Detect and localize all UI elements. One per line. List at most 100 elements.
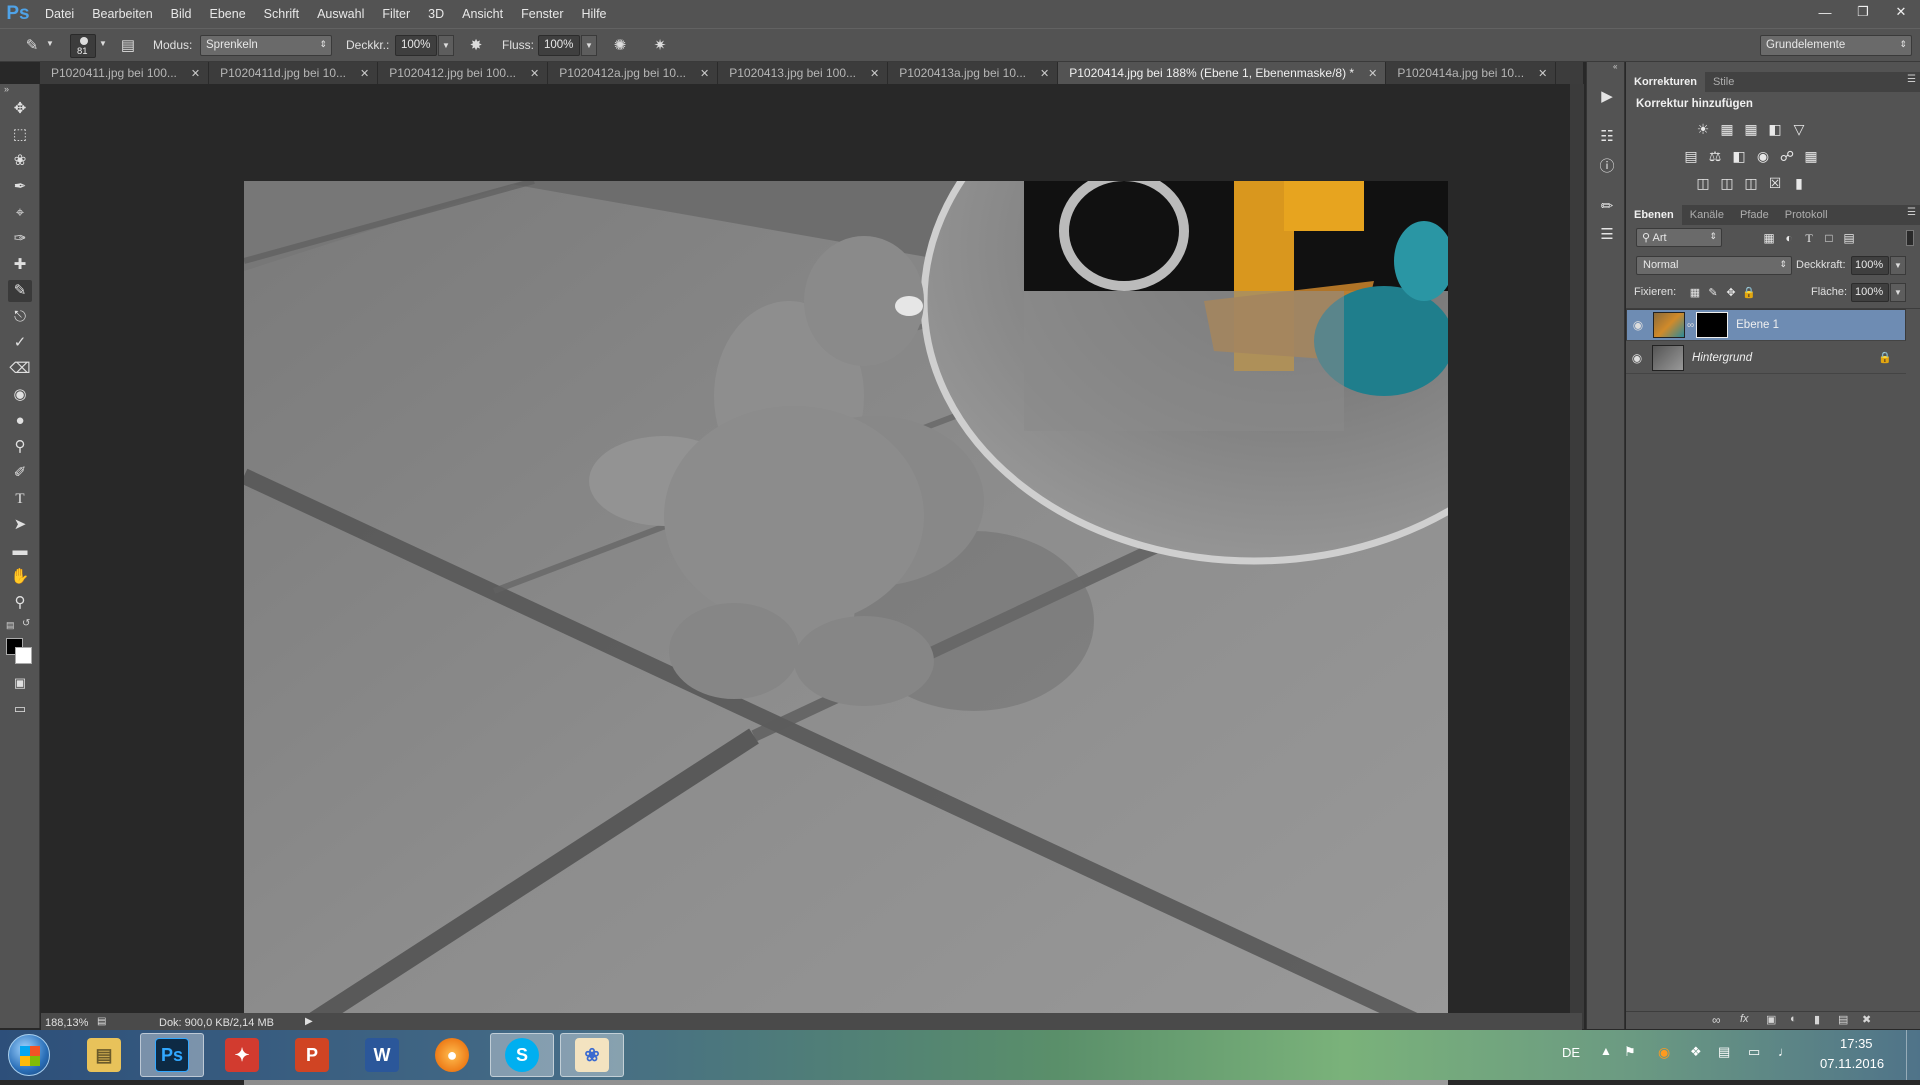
- gradient-map-icon[interactable]: ▮: [1790, 174, 1808, 192]
- preset-dropdown-arrow[interactable]: ▼: [46, 39, 54, 48]
- move-tool-icon[interactable]: ✥: [8, 98, 32, 120]
- hue-saturation-icon[interactable]: ▤: [1682, 147, 1700, 165]
- fill-input[interactable]: 100%: [1851, 283, 1889, 302]
- quick-selection-tool-icon[interactable]: ✒: [8, 176, 32, 198]
- link-layers-icon[interactable]: ∞: [1712, 1013, 1721, 1027]
- close-tab-icon[interactable]: ✕: [530, 67, 539, 80]
- photo-filter-icon[interactable]: ◉: [1754, 147, 1772, 165]
- menu-schrift[interactable]: Schrift: [255, 0, 308, 28]
- delete-layer-icon[interactable]: ✖: [1862, 1013, 1871, 1026]
- menu-fenster[interactable]: Fenster: [512, 0, 572, 28]
- layer-filter-select[interactable]: ⚲ Art ⇕: [1636, 228, 1722, 247]
- language-indicator[interactable]: DE: [1562, 1045, 1580, 1060]
- tab-pfade[interactable]: Pfade: [1732, 205, 1777, 225]
- show-desktop-button[interactable]: [1906, 1030, 1920, 1080]
- close-tab-icon[interactable]: ✕: [1368, 67, 1377, 80]
- clock-date[interactable]: 07.11.2016: [1820, 1056, 1884, 1071]
- screen-mode-icon[interactable]: ▭: [8, 698, 32, 720]
- rectangle-tool-icon[interactable]: ▬: [8, 540, 32, 562]
- menu-auswahl[interactable]: Auswahl: [308, 0, 373, 28]
- info-icon[interactable]: ⓘ: [1596, 156, 1618, 178]
- layer-row-ebene-1[interactable]: ◉ ∞ Ebene 1: [1626, 309, 1906, 341]
- adjustments-menu-icon[interactable]: ☰: [1907, 74, 1916, 85]
- start-button[interactable]: [8, 1034, 50, 1076]
- opacity-input[interactable]: 100%: [395, 35, 437, 56]
- invert-icon[interactable]: ◫: [1694, 174, 1712, 192]
- tool-presets-icon[interactable]: ☰: [1596, 224, 1618, 246]
- layer-row-hintergrund[interactable]: ◉ Hintergrund 🔒: [1626, 342, 1906, 374]
- close-tab-icon[interactable]: ✕: [360, 67, 369, 80]
- clock-time[interactable]: 17:35: [1840, 1036, 1873, 1051]
- taskbar-powerpoint[interactable]: P: [280, 1033, 344, 1077]
- close-tab-icon[interactable]: ✕: [191, 67, 200, 80]
- layers-menu-icon[interactable]: ☰: [1907, 207, 1916, 218]
- close-tab-icon[interactable]: ✕: [1538, 67, 1547, 80]
- lasso-tool-icon[interactable]: ❀: [8, 150, 32, 172]
- menu-3d[interactable]: 3D: [419, 0, 453, 28]
- vertical-scrollbar[interactable]: [1570, 84, 1584, 1029]
- menu-filter[interactable]: Filter: [373, 0, 419, 28]
- opacity-slider-button[interactable]: ▼: [438, 35, 454, 56]
- brush-tool-preset-icon[interactable]: ✎: [22, 36, 42, 56]
- volume-muted-icon[interactable]: ♩: [1778, 1044, 1791, 1059]
- status-export-icon[interactable]: ▤: [97, 1016, 106, 1027]
- crop-tool-icon[interactable]: ⌖: [8, 202, 32, 224]
- new-group-icon[interactable]: ▮: [1814, 1013, 1820, 1026]
- close-window-button[interactable]: ✕: [1882, 0, 1920, 24]
- lock-all-icon[interactable]: 🔒: [1740, 284, 1758, 302]
- tab-p1020412a[interactable]: P1020412a.jpg bei 10... ✕: [548, 62, 719, 84]
- tab-p1020413[interactable]: P1020413.jpg bei 100... ✕: [718, 62, 889, 84]
- visibility-eye-icon[interactable]: ◉: [1626, 351, 1648, 365]
- zoom-tool-icon[interactable]: ⚲: [8, 592, 32, 614]
- blur-tool-icon[interactable]: ●: [8, 410, 32, 432]
- tab-p1020411[interactable]: P1020411.jpg bei 100... ✕: [40, 62, 210, 84]
- menu-hilfe[interactable]: Hilfe: [573, 0, 616, 28]
- blend-mode-select[interactable]: Normal ⇕: [1636, 256, 1792, 275]
- close-tab-icon[interactable]: ✕: [870, 67, 879, 80]
- eraser-tool-icon[interactable]: ⌫: [8, 358, 32, 380]
- tab-p1020412[interactable]: P1020412.jpg bei 100... ✕: [378, 62, 549, 84]
- brightness-contrast-icon[interactable]: ☀: [1694, 120, 1712, 138]
- flow-slider-button[interactable]: ▼: [581, 35, 597, 56]
- threshold-icon[interactable]: ◫: [1742, 174, 1760, 192]
- color-balance-icon[interactable]: ⚖: [1706, 147, 1724, 165]
- tray-app-icon[interactable]: ◉: [1658, 1044, 1670, 1061]
- close-tab-icon[interactable]: ✕: [700, 67, 709, 80]
- channel-mixer-icon[interactable]: ☍: [1778, 147, 1796, 165]
- dropbox-icon[interactable]: ❖: [1690, 1044, 1702, 1060]
- black-white-icon[interactable]: ◧: [1730, 147, 1748, 165]
- background-color-swatch[interactable]: [15, 647, 32, 664]
- filter-adjustment-icon[interactable]: ◐: [1780, 229, 1798, 247]
- tab-protokoll[interactable]: Protokoll: [1777, 205, 1836, 225]
- menu-ebene[interactable]: Ebene: [201, 0, 255, 28]
- fill-slider[interactable]: ▼: [1890, 283, 1906, 302]
- hand-tool-icon[interactable]: ✋: [8, 566, 32, 588]
- layer-name[interactable]: Ebene 1: [1736, 319, 1779, 331]
- taskbar-word[interactable]: W: [350, 1033, 414, 1077]
- close-tab-icon[interactable]: ✕: [1040, 67, 1049, 80]
- marquee-tool-icon[interactable]: ⬚: [8, 124, 32, 146]
- network-icon[interactable]: ▭: [1748, 1044, 1760, 1060]
- tab-p1020413a[interactable]: P1020413a.jpg bei 10... ✕: [888, 62, 1059, 84]
- flow-input[interactable]: 100%: [538, 35, 580, 56]
- tab-p1020414a[interactable]: P1020414a.jpg bei 10... ✕: [1386, 62, 1557, 84]
- tab-p1020414[interactable]: P1020414.jpg bei 188% (Ebene 1, Ebenenma…: [1058, 62, 1387, 84]
- layer-opacity-input[interactable]: 100%: [1851, 256, 1889, 275]
- status-menu-arrow-icon[interactable]: ▶: [305, 1016, 313, 1027]
- workspace-select[interactable]: Grundelemente ⇕: [1760, 35, 1912, 56]
- properties-icon[interactable]: ☷: [1596, 126, 1618, 148]
- mode-select[interactable]: Sprenkeln ⇕: [200, 35, 332, 56]
- actions-play-icon[interactable]: ▶: [1596, 86, 1618, 108]
- pressure-opacity-icon[interactable]: ✸: [466, 36, 486, 56]
- tab-kanaele[interactable]: Kanäle: [1682, 205, 1732, 225]
- filter-smart-object-icon[interactable]: ▤: [1840, 229, 1858, 247]
- color-lookup-icon[interactable]: ▦: [1802, 147, 1820, 165]
- menu-datei[interactable]: Datei: [36, 0, 83, 28]
- menu-ansicht[interactable]: Ansicht: [453, 0, 512, 28]
- show-hidden-icons[interactable]: ▲: [1600, 1044, 1612, 1058]
- layer-mask-thumbnail[interactable]: [1696, 312, 1729, 338]
- pen-tool-icon[interactable]: ✐: [8, 462, 32, 484]
- mask-link-icon[interactable]: ∞: [1687, 320, 1694, 331]
- tab-p1020411d[interactable]: P1020411d.jpg bei 10... ✕: [209, 62, 379, 84]
- paint-bucket-tool-icon[interactable]: ◉: [8, 384, 32, 406]
